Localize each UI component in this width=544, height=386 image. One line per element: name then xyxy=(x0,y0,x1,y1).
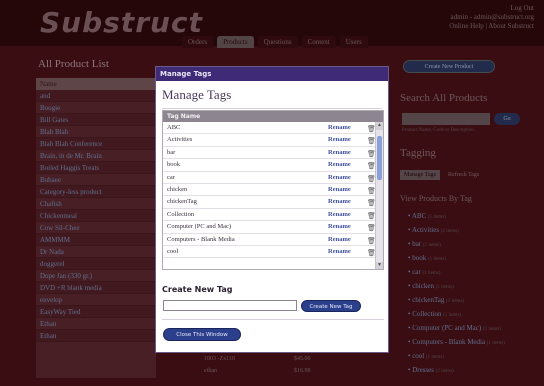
create-tag-title: Create New Tag xyxy=(162,285,233,294)
table-row: Computer (PC and Mac) Rename 🗑 xyxy=(163,221,383,234)
tag-name: Computer (PC and Mac) xyxy=(167,223,232,231)
table-row: cool Rename 🗑 xyxy=(163,246,383,259)
rename-link[interactable]: Rename xyxy=(328,209,351,221)
table-row: car Rename 🗑 xyxy=(163,172,383,184)
rename-link[interactable]: Rename xyxy=(328,184,351,196)
tag-name: Collection xyxy=(167,210,195,218)
rename-link[interactable]: Rename xyxy=(328,172,351,184)
table-row: Activities Rename 🗑 xyxy=(163,134,383,147)
create-new-tag-button[interactable]: Create New Tag xyxy=(301,300,361,312)
tag-name: Activities xyxy=(167,136,193,144)
tag-name: chickenTag xyxy=(167,198,197,206)
new-tag-input[interactable] xyxy=(163,300,297,311)
table-row: ABC Rename 🗑 xyxy=(163,122,383,135)
scroll-up-icon[interactable]: ▲ xyxy=(376,122,383,130)
rename-link[interactable]: Rename xyxy=(328,147,351,159)
rename-link[interactable]: Rename xyxy=(328,196,351,208)
tag-name: cool xyxy=(167,247,179,255)
scrollbar-thumb[interactable] xyxy=(377,136,382,180)
rename-link[interactable]: Rename xyxy=(328,122,351,134)
tag-name: car xyxy=(167,173,175,181)
table-row: Collection Rename 🗑 xyxy=(163,209,383,222)
dialog-titlebar: Manage Tags xyxy=(156,67,388,81)
close-window-button[interactable]: Close This Window xyxy=(163,328,241,341)
rename-link[interactable]: Rename xyxy=(328,134,351,146)
tag-name: ABC xyxy=(167,124,181,131)
table-row: bar Rename 🗑 xyxy=(163,147,383,160)
table-row: chicken Rename 🗑 xyxy=(163,184,383,197)
tag-table-header: Tag Name xyxy=(163,111,383,122)
manage-tags-dialog: Manage Tags Manage Tags Tag Name ABC Rena… xyxy=(155,66,389,353)
rename-link[interactable]: Rename xyxy=(328,246,351,258)
rename-link[interactable]: Rename xyxy=(328,159,351,171)
tag-name: Computers - Blank Media xyxy=(167,235,235,243)
table-row: book Rename 🗑 xyxy=(163,159,383,172)
tag-table: Tag Name ABC Rename 🗑 Activities Rename 🗑 bar R… xyxy=(162,110,384,270)
tag-name: bar xyxy=(167,148,176,156)
tag-table-scrollbar[interactable]: ▲ ▼ xyxy=(375,122,383,269)
rename-link[interactable]: Rename xyxy=(328,221,351,233)
scroll-down-icon[interactable]: ▼ xyxy=(376,262,383,269)
dialog-heading: Manage Tags xyxy=(162,87,382,109)
table-row: chickenTag Rename 🗑 xyxy=(163,196,383,209)
tag-name: chicken xyxy=(167,185,188,193)
rename-link[interactable]: Rename xyxy=(328,234,351,246)
tag-name: book xyxy=(167,161,180,169)
table-row: Computers - Blank Media Rename 🗑 xyxy=(163,234,383,246)
dialog-divider xyxy=(162,319,384,320)
